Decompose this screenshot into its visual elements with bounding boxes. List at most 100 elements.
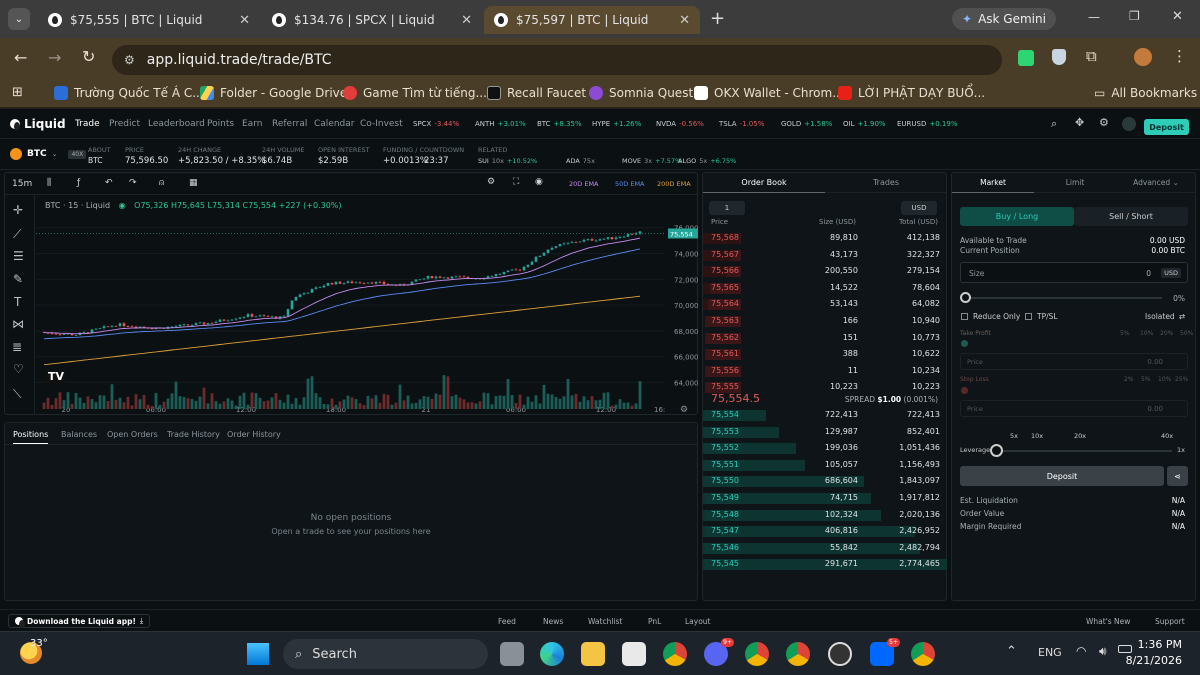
ask-row[interactable]: 75,568 89,810 412,138 xyxy=(703,233,948,244)
sl-preset[interactable]: 5% xyxy=(1141,376,1151,383)
settings-icon[interactable]: ⚙ xyxy=(487,177,495,187)
ask-row[interactable]: 75,563 166 10,940 xyxy=(703,316,948,327)
related-algo[interactable]: ALGO 5x +6.75% xyxy=(678,157,736,165)
browser-tab-3[interactable]: $75,597 | BTC | Liquid ✕ xyxy=(484,6,700,34)
size-currency-toggle[interactable]: USD xyxy=(1161,268,1181,278)
forward-icon[interactable]: → xyxy=(48,48,61,67)
tp-preset[interactable]: 20% xyxy=(1160,330,1173,337)
sell-short-button[interactable]: Sell / Short xyxy=(1074,207,1188,226)
back-icon[interactable]: ← xyxy=(14,48,27,67)
pattern-icon[interactable]: ⋈ xyxy=(12,317,24,331)
nav-leaderboard[interactable]: Leaderboard xyxy=(148,119,205,129)
nav-predict[interactable]: Predict xyxy=(109,119,140,129)
close-icon[interactable]: ✕ xyxy=(679,13,690,28)
candle-type-icon[interactable]: ⫼ xyxy=(47,178,51,188)
tab-trade-history[interactable]: Trade History xyxy=(167,430,220,439)
ask-gemini-button[interactable]: ✦ Ask Gemini xyxy=(952,8,1056,30)
tab-limit[interactable]: Limit xyxy=(1034,173,1116,193)
file-explorer-icon[interactable] xyxy=(581,642,605,666)
tp-preset[interactable]: 10% xyxy=(1140,330,1153,337)
margin-mode-toggle[interactable]: Isolated ⇄ xyxy=(1145,312,1185,321)
site-info-icon[interactable]: ⚙ xyxy=(124,53,135,67)
user-icon[interactable]: ⍝ xyxy=(159,178,164,188)
ask-row[interactable]: 75,562 151 10,773 xyxy=(703,332,948,344)
grid-icon[interactable]: ▦ xyxy=(189,178,198,188)
ticker-hype[interactable]: HYPE +1.26% xyxy=(592,120,641,128)
asset-selector[interactable]: BTC ⌄ 40X xyxy=(10,148,87,160)
tab-balances[interactable]: Balances xyxy=(61,430,97,439)
sl-preset[interactable]: 10% xyxy=(1158,376,1171,383)
size-slider-track[interactable] xyxy=(962,297,1162,299)
bookmark-item[interactable]: Somnia Quest xyxy=(589,86,693,100)
gear-icon[interactable]: ⚙ xyxy=(1099,116,1109,129)
deposit-order-button[interactable]: Deposit xyxy=(960,466,1164,486)
indicators-icon[interactable]: ƒ xyxy=(77,178,80,188)
app-icon[interactable] xyxy=(622,642,646,666)
close-icon[interactable]: ✕ xyxy=(239,13,250,28)
address-bar[interactable]: ⚙ app.liquid.trade/trade/BTC xyxy=(112,45,1002,75)
ticker-anth[interactable]: ANTH +3.01% xyxy=(475,120,526,128)
tp-price-input[interactable]: Price 0.00 xyxy=(960,353,1188,370)
nav-trade[interactable]: Trade xyxy=(75,119,100,129)
extensions-puzzle-icon[interactable]: ⧉ xyxy=(1086,47,1097,65)
bid-row[interactable]: 75,550 686,604 1,843,097 xyxy=(703,476,948,488)
browser-tab-1[interactable]: $75,555 | BTC | Liquid ✕ xyxy=(38,6,260,34)
avatar[interactable] xyxy=(1134,48,1152,66)
battery-icon[interactable] xyxy=(1118,645,1132,653)
close-window-icon[interactable]: ✕ xyxy=(1172,9,1183,24)
logo[interactable]: Liquid xyxy=(10,117,66,131)
ticker-tsla[interactable]: TSLA -1.05% xyxy=(719,120,764,128)
reduce-only-checkbox[interactable]: Reduce Only xyxy=(961,312,1020,321)
sl-price-input[interactable]: Price 0.00 xyxy=(960,400,1188,417)
ticker-nvda[interactable]: NVDA -0.56% xyxy=(656,120,704,128)
fullscreen-icon[interactable]: ⛶ xyxy=(513,177,519,187)
ask-row[interactable]: 75,566 200,550 279,154 xyxy=(703,266,948,278)
tab-order-book[interactable]: Order Book xyxy=(703,173,825,193)
restore-icon[interactable]: ❐ xyxy=(1129,9,1140,23)
footer-pnl[interactable]: PnL xyxy=(648,617,661,626)
ema-50-legend[interactable]: 50D EMA xyxy=(615,180,645,188)
about-value[interactable]: BTC xyxy=(88,156,103,165)
clock-time[interactable]: 1:36 PM xyxy=(1138,638,1182,651)
trendline-icon[interactable]: ⟋ xyxy=(13,227,21,242)
bid-row[interactable]: 75,546 55,842 2,482,794 xyxy=(703,542,948,554)
crosshair-icon[interactable]: ✛ xyxy=(13,203,23,217)
task-view-icon[interactable] xyxy=(500,642,524,666)
clock-date[interactable]: 8/21/2026 xyxy=(1126,654,1182,667)
size-slider-thumb[interactable] xyxy=(960,292,971,303)
buy-long-button[interactable]: Buy / Long xyxy=(960,207,1074,226)
support-link[interactable]: Support xyxy=(1155,617,1185,626)
tray-chevron-icon[interactable]: ⌃ xyxy=(1006,644,1017,659)
extension-green-icon[interactable] xyxy=(1018,50,1034,66)
ask-row[interactable]: 75,561 388 10,622 xyxy=(703,349,948,361)
bookmark-item[interactable]: OKX Wallet - Chrom... xyxy=(694,86,844,100)
text-icon[interactable]: T xyxy=(14,295,21,309)
ticker-eurusd[interactable]: EURUSD +0.19% xyxy=(897,120,957,128)
bookmark-item[interactable]: LỜI PHẬT DẠY BUỔ... xyxy=(838,86,985,100)
download-app-button[interactable]: Download the Liquid app! ⤓ xyxy=(8,614,151,628)
bid-row[interactable]: 75,548 102,324 2,020,136 xyxy=(703,509,948,521)
ticker-gold[interactable]: GOLD +1.58% xyxy=(781,120,832,128)
currency-select[interactable]: USD xyxy=(901,201,937,215)
bookmark-item[interactable]: Trường Quốc Tế Á C... xyxy=(54,86,204,100)
tab-trades[interactable]: Trades xyxy=(825,173,947,193)
footer-layout[interactable]: Layout xyxy=(685,617,711,626)
sl-preset[interactable]: 2% xyxy=(1124,376,1134,383)
all-bookmarks[interactable]: ▭ All Bookmarks xyxy=(1094,86,1197,100)
tab-market[interactable]: Market xyxy=(952,173,1034,193)
bookmark-item[interactable]: Recall Faucet xyxy=(487,86,586,100)
ask-row[interactable]: 75,567 43,173 322,327 xyxy=(703,249,948,261)
ticker-spcx[interactable]: SPCX -3.44% xyxy=(413,120,459,128)
bookmark-item[interactable]: Folder - Google Drive xyxy=(200,86,347,100)
leverage-tick[interactable]: 10x xyxy=(1031,432,1043,440)
tab-advanced[interactable]: Advanced ⌄ xyxy=(1116,173,1196,193)
shield-icon[interactable] xyxy=(1052,49,1066,65)
ruler-icon[interactable]: ⟍ xyxy=(13,387,21,402)
ask-row[interactable]: 75,565 14,522 78,604 xyxy=(703,282,948,294)
nav-earn[interactable]: Earn xyxy=(242,119,262,129)
ema-200-legend[interactable]: 200D EMA xyxy=(657,180,691,188)
ema-20-legend[interactable]: 20D EMA xyxy=(569,180,599,188)
new-tab-button[interactable]: + xyxy=(710,8,725,29)
chrome-icon[interactable] xyxy=(663,642,687,666)
camera-icon[interactable]: ◉ xyxy=(535,177,543,187)
